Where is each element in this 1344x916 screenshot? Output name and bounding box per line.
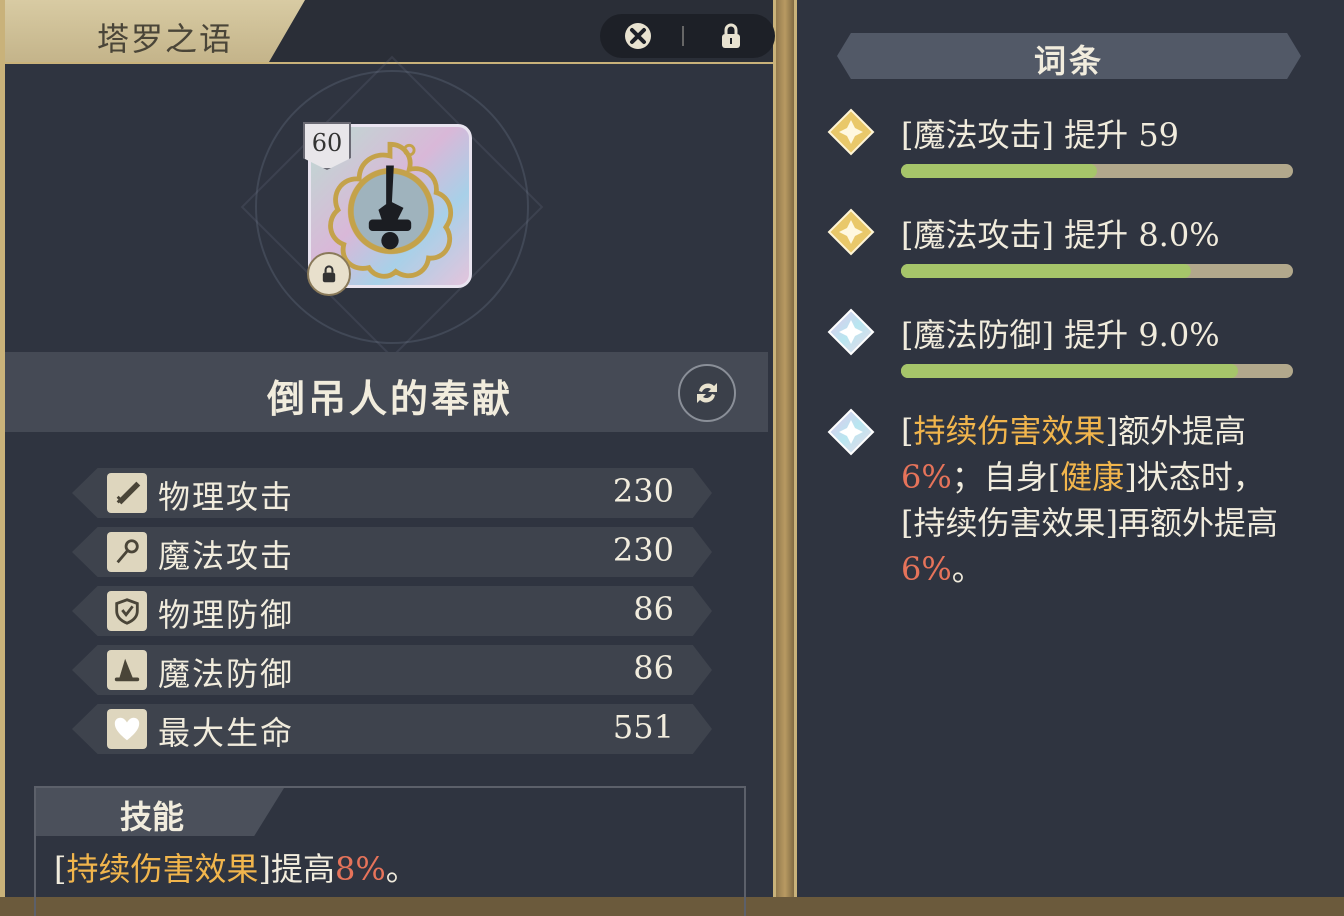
skill-description: [持续伤害效果]提高8%。 (54, 844, 418, 890)
stat-value: 230 (612, 531, 674, 569)
stat-label: 物理防御 (158, 596, 295, 634)
staff-icon (107, 532, 147, 572)
skill-keyword: 持续伤害效果 (66, 850, 259, 888)
skill-value: 8% (335, 850, 386, 888)
special-text-part: 。 (951, 550, 984, 588)
affix-progress-bar (901, 164, 1293, 178)
affix-progress-fill (901, 364, 1239, 378)
stat-label: 最大生命 (158, 714, 295, 752)
wizard-hat-icon (107, 650, 147, 690)
special-keyword: 健康 (1060, 458, 1125, 496)
affix-title: 词条 (1033, 42, 1104, 80)
affix-text: [魔法攻击] 提升 59 (901, 116, 1180, 154)
header-controls (600, 14, 775, 58)
shield-icon (107, 591, 147, 631)
special-text-part: [ (901, 412, 914, 450)
skill-text-part: [ (54, 850, 67, 888)
rainbow-gem-icon (827, 408, 875, 456)
affix-text: [魔法防御] 提升 9.0% (901, 316, 1220, 354)
affix-panel: 词条 [魔法攻击] 提升 59 [魔法攻击] 提升 8.0% [魔法防御] 提升… (794, 0, 1344, 897)
skill-text-part: ]提高 (258, 850, 336, 888)
stat-value: 551 (612, 708, 674, 746)
affix-progress-bar (901, 364, 1293, 378)
lock-icon[interactable] (715, 20, 747, 52)
heart-icon (107, 709, 147, 749)
special-keyword: 持续伤害效果 (913, 412, 1106, 450)
gold-gem-icon (827, 208, 875, 256)
panel-title: 塔罗之语 (97, 20, 234, 58)
special-value: 6% (901, 550, 952, 588)
affix-progress-fill (901, 264, 1192, 278)
item-name: 倒吊人的奉献 (266, 376, 513, 421)
affix-text: [魔法攻击] 提升 8.0% (901, 216, 1220, 254)
stat-value: 86 (633, 649, 674, 687)
skill-title: 技能 (120, 798, 185, 836)
special-text-part: ；自身[ (951, 458, 1061, 496)
special-text-part: ]额外提高 (1105, 412, 1247, 450)
special-value: 6% (901, 458, 952, 496)
stat-label: 物理攻击 (158, 478, 295, 516)
skill-text-part: 。 (385, 850, 418, 888)
controls-divider (682, 26, 684, 46)
card-lock-icon (307, 252, 351, 296)
affix-progress-bar (901, 264, 1293, 278)
affix-progress-fill (901, 164, 1097, 178)
special-affix-description: [持续伤害效果]额外提高6%；自身[健康]状态时，[持续伤害效果]再额外提高6%… (901, 408, 1293, 592)
stat-label: 魔法攻击 (158, 537, 295, 575)
discard-x-icon[interactable] (622, 20, 654, 52)
stat-label: 魔法防御 (158, 655, 295, 693)
sword-icon (107, 473, 147, 513)
gold-gem-icon (827, 108, 875, 156)
swap-icon[interactable] (678, 364, 736, 422)
rainbow-gem-icon (827, 308, 875, 356)
stat-value: 230 (612, 472, 674, 510)
stat-value: 86 (633, 590, 674, 628)
